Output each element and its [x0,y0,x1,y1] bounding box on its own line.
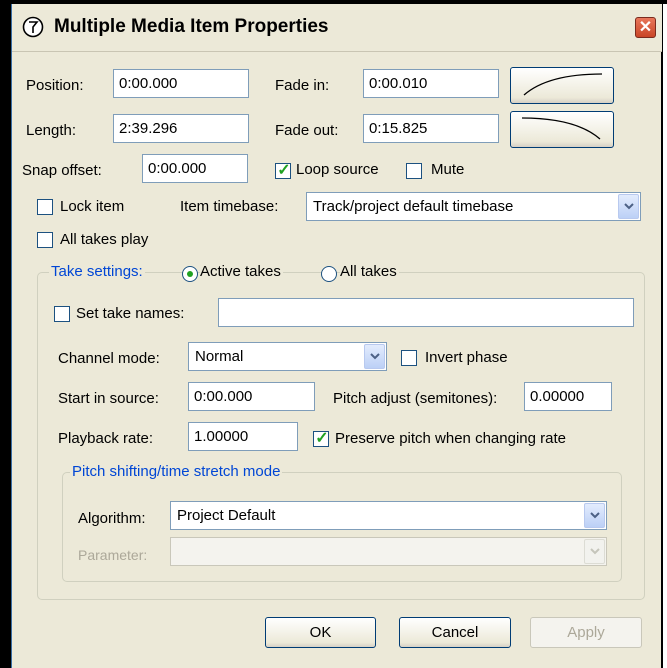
loop-source-checkbox[interactable]: ✓ [275,162,291,179]
pitch-adjust-label: Pitch adjust (semitones): [333,390,498,407]
item-timebase-dropdown[interactable]: Track/project default timebase [306,192,641,221]
ok-button[interactable]: OK [265,617,376,648]
apply-button[interactable]: Apply [530,617,642,648]
all-takes-radio[interactable] [321,266,337,282]
algorithm-label: Algorithm: [78,510,146,527]
item-timebase-label: Item timebase: [180,198,279,215]
set-take-names-checkbox[interactable] [54,306,70,322]
invert-phase-label: Invert phase [425,349,508,366]
mute-checkbox[interactable] [406,163,422,179]
length-label: Length: [26,122,77,139]
cancel-button[interactable]: Cancel [399,617,511,648]
take-name-field[interactable] [218,298,634,327]
pitch-shifting-legend: Pitch shifting/time stretch mode [70,463,283,481]
fade-out-field[interactable]: 0:15.825 [363,114,499,143]
all-takes-play-label: All takes play [60,231,149,248]
channel-mode-label: Channel mode: [58,350,160,367]
chevron-down-icon[interactable] [584,503,605,528]
fade-out-label: Fade out: [275,122,339,139]
set-take-names-label: Set take names: [76,305,185,322]
fade-in-curve-icon [523,73,603,96]
snap-offset-field[interactable]: 0:00.000 [142,154,248,183]
all-takes-play-checkbox[interactable] [37,232,53,248]
properties-dialog: Multiple Media Item Properties ✕ Positio… [11,4,663,668]
preserve-pitch-label: Preserve pitch when changing rate [335,430,566,447]
preserve-pitch-checkbox[interactable]: ✓ [313,430,329,447]
channel-mode-dropdown[interactable]: Normal [188,342,387,371]
radio-selected-dot [187,271,193,277]
mute-label: Mute [431,161,465,178]
checkmark-icon: ✓ [315,430,329,447]
loop-source-label: Loop source [296,161,379,178]
screen-edge-left [0,0,11,668]
length-field[interactable]: 2:39.296 [113,114,249,143]
fade-in-label: Fade in: [275,77,330,94]
chevron-down-icon[interactable] [364,344,385,369]
take-settings-legend: Take settings: [49,263,145,281]
playback-rate-field[interactable]: 1.00000 [188,422,298,451]
algorithm-value: Project Default [177,507,276,524]
fade-in-field[interactable]: 0:00.010 [363,69,499,98]
start-in-source-label: Start in source: [58,390,159,407]
invert-phase-checkbox[interactable] [401,350,417,366]
position-field[interactable]: 0:00.000 [113,69,249,98]
lock-item-checkbox[interactable] [37,199,53,215]
chevron-down-icon [584,539,605,564]
item-timebase-value: Track/project default timebase [313,198,514,215]
checkmark-icon: ✓ [277,162,291,179]
fade-out-shape-button[interactable] [510,111,614,148]
fade-out-curve-icon [521,117,601,140]
position-label: Position: [26,77,84,94]
pitch-adjust-field[interactable]: 0.00000 [524,382,612,411]
algorithm-dropdown[interactable]: Project Default [170,501,607,530]
window-title: Multiple Media Item Properties [54,16,329,37]
lock-item-label: Lock item [60,198,125,215]
parameter-label: Parameter: [78,547,148,563]
take-settings-label: Take settings: [51,263,143,280]
close-button[interactable]: ✕ [635,17,656,38]
parameter-dropdown [170,537,607,566]
start-in-source-field[interactable]: 0:00.000 [188,382,315,411]
title-bar[interactable]: Multiple Media Item Properties ✕ [12,4,662,52]
active-takes-label: Active takes [200,263,283,281]
chevron-down-icon[interactable] [618,194,639,219]
snap-offset-label: Snap offset: [22,162,102,179]
app-logo-icon [22,16,44,38]
playback-rate-label: Playback rate: [58,430,154,447]
channel-mode-value: Normal [195,348,244,365]
fade-in-shape-button[interactable] [510,67,614,104]
all-takes-label: All takes [340,263,399,281]
active-takes-radio[interactable] [182,266,198,282]
